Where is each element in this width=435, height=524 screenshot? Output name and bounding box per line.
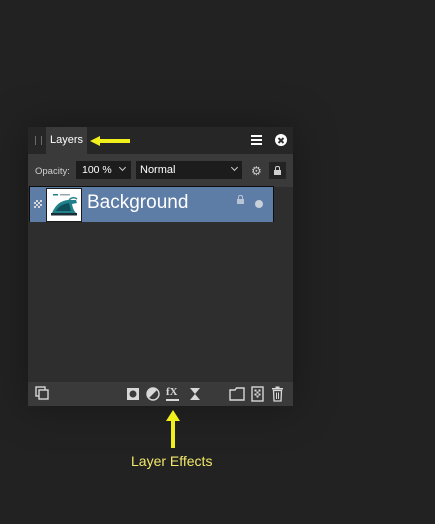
blend-mode-value: Normal — [140, 164, 176, 176]
close-icon[interactable] — [275, 134, 287, 146]
visibility-dot-icon[interactable] — [255, 200, 263, 208]
delete-icon[interactable] — [271, 386, 284, 402]
layer-row-background[interactable]: Background — [29, 186, 274, 223]
lock-toggle-button[interactable] — [269, 162, 286, 179]
panel-menu-icon[interactable] — [251, 135, 262, 145]
layer-options-bar: Opacity: 100 % Normal ⚙ — [28, 154, 293, 187]
arrow-up-icon — [166, 410, 180, 448]
arrow-left-icon — [90, 136, 130, 146]
layers-list-area — [28, 222, 293, 382]
chevron-down-icon — [230, 163, 239, 172]
live-filter-icon[interactable] — [189, 387, 201, 401]
panel-tab-bar: Layers — [28, 127, 293, 154]
bottom-toolbar: fX — [28, 382, 293, 406]
layer-effects-caption: Layer Effects — [131, 453, 213, 469]
group-icon[interactable] — [229, 387, 245, 401]
layers-panel: Layers Opacity: 100 % Normal ⚙ Backgroun… — [28, 127, 293, 406]
tab-layers[interactable]: Layers — [46, 127, 88, 154]
layer-lock-icon[interactable] — [237, 195, 244, 204]
arrange-icon[interactable] — [35, 386, 50, 401]
layer-effects-icon[interactable]: fX — [165, 385, 181, 401]
iron-image — [47, 189, 81, 221]
opacity-value: 100 % — [82, 164, 112, 176]
add-pixel-layer-icon[interactable] — [251, 386, 264, 402]
adjustment-icon[interactable] — [146, 387, 160, 401]
drag-handle-icon[interactable] — [35, 136, 42, 145]
layer-name: Background — [87, 192, 189, 213]
chevron-down-icon — [118, 163, 127, 172]
blend-mode-select[interactable]: Normal — [136, 161, 242, 179]
opacity-label: Opacity: — [35, 166, 70, 177]
lock-icon — [274, 166, 281, 175]
mask-icon[interactable] — [126, 387, 140, 401]
opacity-field[interactable]: 100 % — [76, 161, 131, 179]
gear-icon[interactable]: ⚙ — [251, 165, 262, 177]
layer-thumbnail — [46, 188, 82, 222]
layer-effects-glyph: fX — [166, 386, 178, 398]
transparency-icon — [34, 200, 42, 208]
